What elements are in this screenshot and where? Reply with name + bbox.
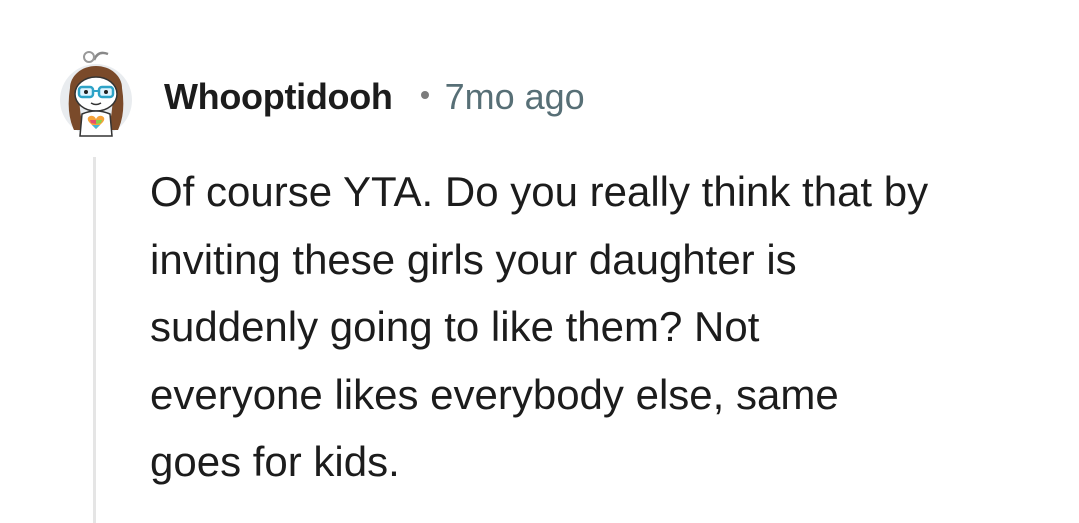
separator-dot	[420, 91, 429, 99]
thread-line[interactable]	[93, 157, 96, 523]
avatar[interactable]	[56, 48, 136, 138]
snoo-avatar-icon	[60, 51, 132, 137]
timestamp[interactable]: 7mo ago	[445, 76, 585, 118]
comment-body: Of course YTA. Do you really think that …	[150, 168, 929, 485]
comment-header: Whooptidooh 7mo ago	[164, 72, 585, 122]
username[interactable]: Whooptidooh	[164, 76, 393, 118]
